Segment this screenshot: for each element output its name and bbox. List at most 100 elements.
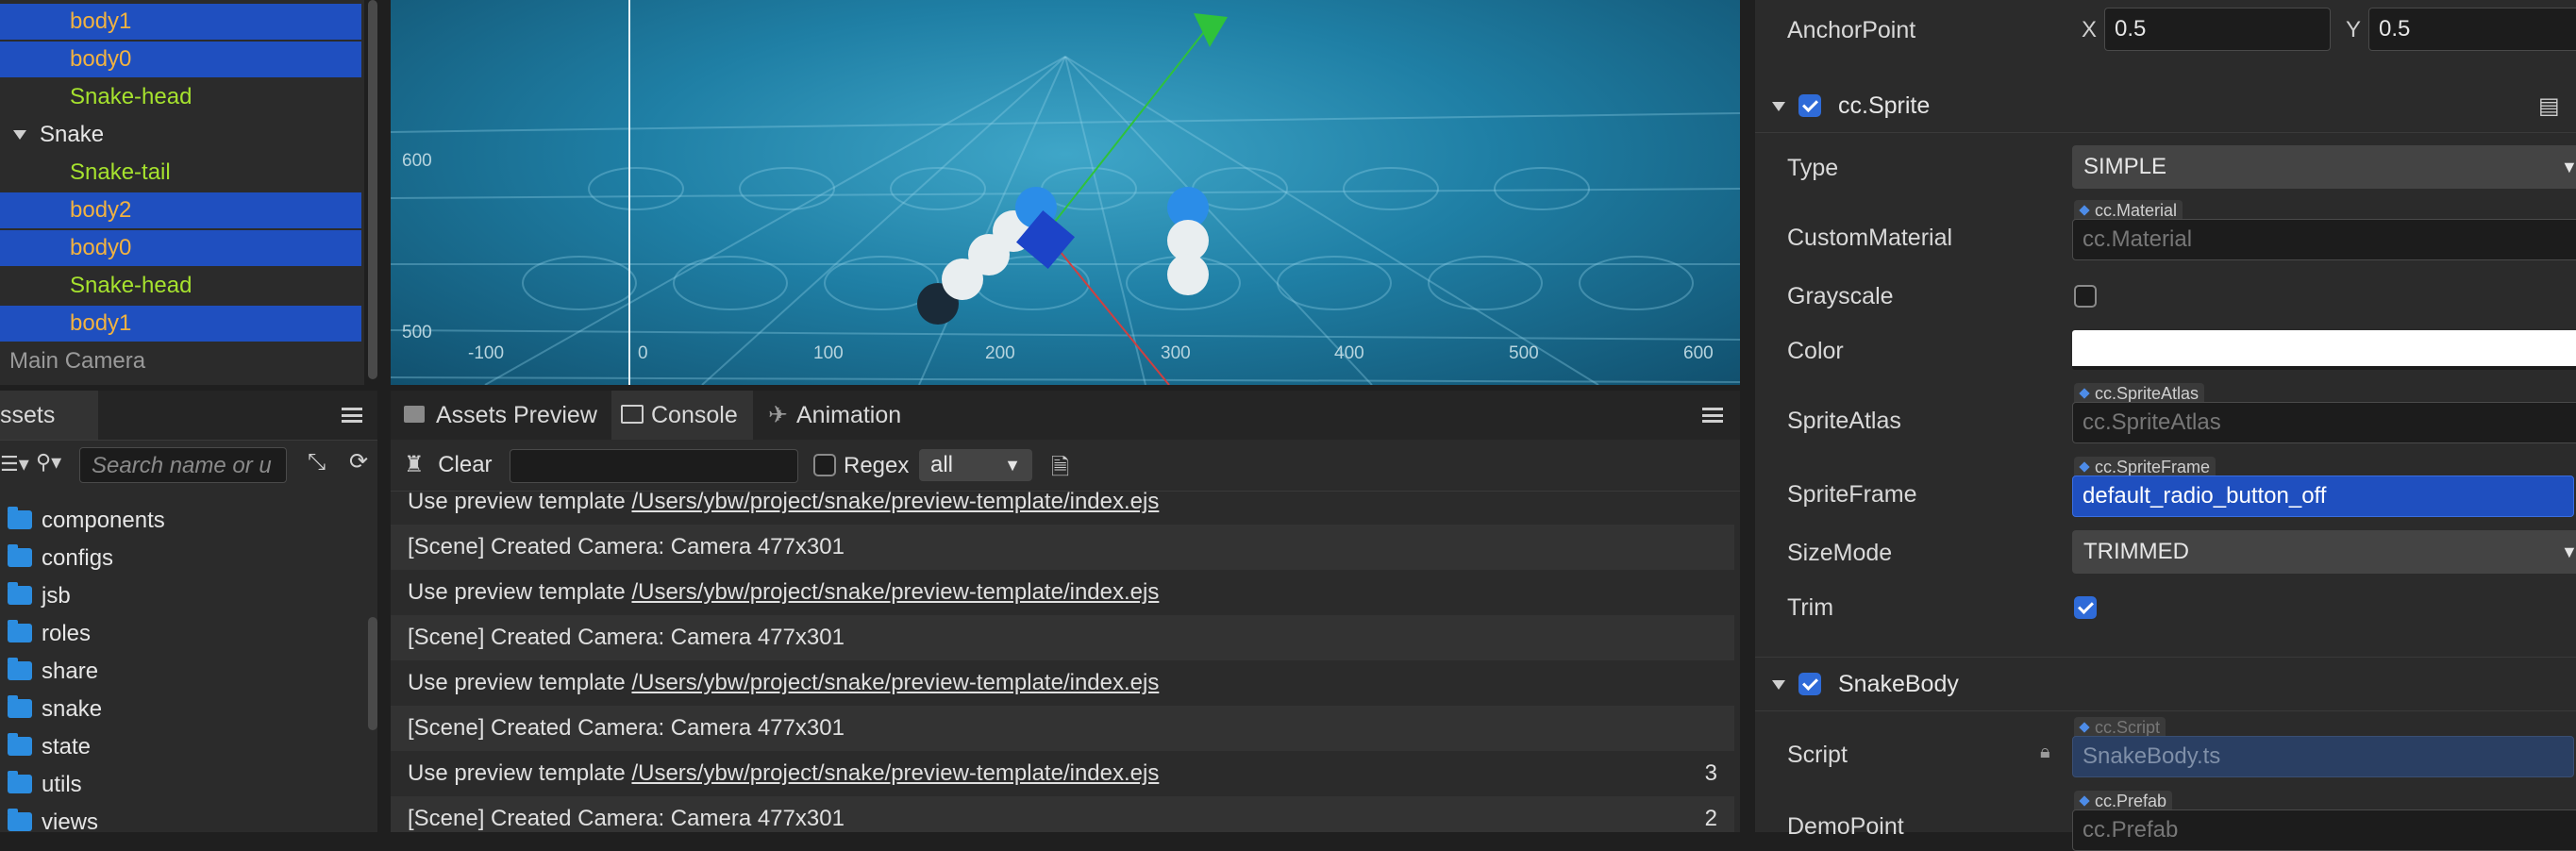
animation-icon: ✈	[768, 402, 788, 428]
hierarchy-item-snake-head[interactable]: Snake-head	[0, 268, 361, 304]
asset-type-tag: cc.Script	[2074, 717, 2166, 738]
scene-view[interactable]: 600 500 -100 0 100 200 300 400 500 600	[391, 0, 1740, 385]
assets-scrollbar[interactable]	[368, 617, 377, 730]
folder-icon	[8, 809, 32, 831]
bottom-tabbar: Assets Preview Console ✈ Animation	[391, 391, 1740, 441]
hierarchy-item-label: body0	[70, 235, 132, 260]
log-link[interactable]: /Users/ybw/project/snake/preview-templat…	[631, 670, 1159, 695]
snake-body-component-header[interactable]: SnakeBody	[1755, 657, 2576, 711]
anchor-y-field[interactable]: 0.5	[2368, 8, 2576, 51]
menu-icon[interactable]	[1702, 408, 1723, 423]
script-value: SnakeBody.ts	[2083, 743, 2221, 769]
hierarchy-item-body1[interactable]: body1	[0, 4, 361, 40]
folder-label: share	[42, 659, 99, 684]
assets-search-input[interactable]: Search name or u	[79, 447, 287, 483]
regex-label: Regex	[844, 453, 910, 478]
axis-label-x: 100	[813, 343, 844, 363]
hierarchy-item-label: body1	[70, 310, 132, 336]
search-type-icon[interactable]: ⚲▾	[36, 450, 61, 475]
hierarchy-item-label: Snake-head	[70, 273, 192, 298]
log-row[interactable]: Use preview template /Users/ybw/project/…	[391, 751, 1734, 796]
anchor-x-field[interactable]: 0.5	[2104, 8, 2331, 51]
color-swatch[interactable]	[2072, 330, 2576, 370]
snake-body-enabled-checkbox[interactable]	[1798, 673, 1821, 695]
anchor-y-label: Y	[2346, 17, 2362, 42]
folder-icon	[8, 771, 32, 793]
regex-checkbox[interactable]	[813, 454, 836, 476]
type-value: SIMPLE	[2083, 154, 2167, 179]
anchor-point-label: AnchorPoint	[1787, 17, 1916, 43]
open-log-file-icon[interactable]: 🗎	[1051, 451, 1069, 490]
size-mode-label: SizeMode	[1787, 540, 1893, 566]
help-book-icon[interactable]: ▤	[2538, 92, 2560, 120]
axis-label-x: 0	[638, 343, 648, 363]
menu-icon[interactable]	[342, 408, 362, 423]
hierarchy-item-snake-tail[interactable]: Snake-tail	[0, 155, 361, 191]
log-row[interactable]: Use preview template /Users/ybw/project/…	[391, 660, 1734, 706]
hierarchy-item-snake-head[interactable]: Snake-head	[0, 79, 361, 115]
scene-canvas[interactable]	[391, 0, 1740, 385]
sprite-enabled-checkbox[interactable]	[1798, 94, 1821, 117]
expand-arrow-icon[interactable]	[1772, 680, 1785, 690]
anchor-x-label: X	[2082, 17, 2098, 42]
refresh-icon[interactable]: ⟳	[349, 448, 368, 476]
log-row[interactable]: [Scene] Created Camera: Camera 477x301	[391, 615, 1734, 660]
console-log-list[interactable]: Use preview template /Users/ybw/project/…	[391, 491, 1740, 832]
hierarchy-item-body2[interactable]: body2	[0, 192, 361, 228]
hierarchy-item-body1[interactable]: body1	[0, 306, 361, 342]
log-row[interactable]: Use preview template /Users/ybw/project/…	[391, 570, 1734, 615]
asset-type-tag: cc.SpriteAtlas	[2074, 383, 2205, 404]
log-row[interactable]: [Scene] Created Camera: Camera 477x301	[391, 706, 1734, 751]
axis-label-x: 600	[1683, 343, 1714, 363]
expand-arrow-icon[interactable]	[1772, 102, 1785, 111]
log-link[interactable]: /Users/ybw/project/snake/preview-templat…	[631, 491, 1159, 514]
trash-icon: ♜	[404, 452, 425, 477]
clear-button[interactable]: ♜ Clear	[404, 449, 493, 481]
size-mode-select[interactable]: TRIMMED ▼	[2072, 530, 2576, 574]
tab-assets[interactable]: ssets	[0, 391, 98, 440]
log-row[interactable]: Use preview template /Users/ybw/project/…	[391, 491, 1734, 525]
custom-material-field[interactable]: cc.Material	[2072, 219, 2576, 260]
sprite-frame-field[interactable]: default_radio_button_off	[2072, 476, 2574, 517]
sprite-frame-value: default_radio_button_off	[2083, 483, 2327, 509]
log-text: [Scene] Created Camera: Camera 477x301	[408, 625, 845, 650]
folder-icon	[404, 406, 425, 423]
hierarchy-item-snake[interactable]: Snake	[0, 117, 361, 153]
collapse-icon[interactable]: ⤡	[308, 449, 326, 476]
tab-assets-preview-label: Assets Preview	[436, 402, 597, 428]
tab-assets-preview[interactable]: Assets Preview	[391, 391, 608, 440]
log-text: [Scene] Created Camera: Camera 477x301	[408, 806, 845, 831]
hierarchy-item-body0[interactable]: body0	[0, 42, 361, 77]
hierarchy-item-main-camera[interactable]: Main Camera	[0, 343, 361, 379]
folder-icon	[8, 582, 32, 605]
log-link[interactable]: /Users/ybw/project/snake/preview-templat…	[631, 760, 1159, 786]
expand-arrow-icon[interactable]	[13, 130, 26, 140]
log-row[interactable]: [Scene] Created Camera: Camera 477x301	[391, 525, 1734, 570]
console-panel: Assets Preview Console ✈ Animation ♜ Cle…	[391, 391, 1740, 832]
anchor-y-value: 0.5	[2379, 16, 2411, 42]
assets-panel: ssets ☰▾ ⚲▾ Search name or u ⤡ ⟳ compone…	[0, 391, 377, 835]
trim-checkbox[interactable]	[2074, 596, 2097, 619]
tab-console[interactable]: Console	[611, 391, 753, 440]
sprite-atlas-field[interactable]: cc.SpriteAtlas	[2072, 402, 2576, 443]
hierarchy-item-body0[interactable]: body0	[0, 230, 361, 266]
custom-material-value: cc.Material	[2083, 226, 2193, 252]
type-select[interactable]: SIMPLE ▼	[2072, 145, 2576, 189]
folder-label: state	[42, 734, 92, 759]
demo-point-field[interactable]: cc.Prefab	[2072, 809, 2576, 851]
list-sort-icon[interactable]: ☰▾	[0, 452, 29, 476]
tab-animation-label: Animation	[796, 402, 902, 428]
sprite-component-header[interactable]: cc.Sprite ▤	[1755, 79, 2576, 133]
log-row[interactable]: [Scene] Created Camera: Camera 477x301 2	[391, 796, 1734, 832]
axis-label-y-500: 500	[402, 323, 432, 342]
log-level-value: all	[930, 452, 954, 477]
asset-type-tag: cc.SpriteFrame	[2074, 457, 2216, 477]
tab-animation[interactable]: ✈ Animation	[757, 391, 927, 440]
grayscale-checkbox[interactable]	[2074, 285, 2097, 308]
console-filter-input[interactable]	[510, 449, 798, 483]
hierarchy-scrollbar[interactable]	[368, 0, 377, 379]
log-level-select[interactable]: all ▼	[919, 449, 1032, 481]
log-link[interactable]: /Users/ybw/project/snake/preview-templat…	[631, 579, 1159, 605]
folder-icon	[8, 507, 32, 529]
sprite-atlas-label: SpriteAtlas	[1787, 408, 1901, 434]
